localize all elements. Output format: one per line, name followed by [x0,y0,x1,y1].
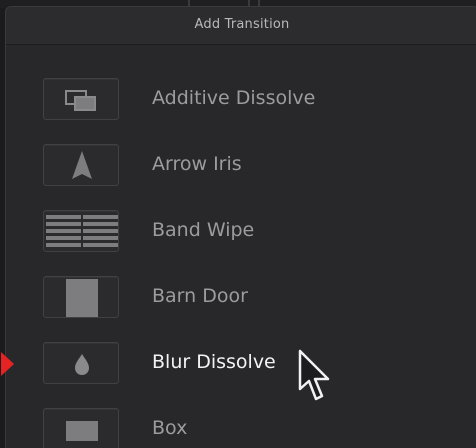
transition-item-band-wipe[interactable]: Band Wipe [6,207,476,257]
transition-label: Arrow Iris [152,153,242,175]
transition-label: Barn Door [152,285,248,307]
mouse-pointer-icon [298,349,330,401]
window: Add Transition Additive Dissolve Arrow I… [0,0,476,448]
selection-marker-icon [1,352,14,376]
transition-item-box[interactable]: Box [6,405,476,448]
transition-label: Band Wipe [152,219,255,241]
panel-title: Add Transition [194,17,290,32]
transition-item-blur-dissolve[interactable]: Blur Dissolve [1,339,476,389]
transition-label: Box [152,417,188,439]
additive-dissolve-icon [43,78,119,120]
barn-door-icon [43,276,119,318]
blur-dissolve-icon [43,342,119,384]
band-wipe-icon [43,210,119,252]
add-transition-panel: Add Transition Additive Dissolve Arrow I… [1,6,476,448]
panel-header: Add Transition [6,7,476,45]
transition-item-arrow-iris[interactable]: Arrow Iris [6,141,476,191]
transition-label: Additive Dissolve [152,87,316,109]
transition-item-barn-door[interactable]: Barn Door [6,273,476,323]
arrow-iris-icon [43,144,119,186]
box-icon [43,408,119,448]
transition-item-additive-dissolve[interactable]: Additive Dissolve [6,75,476,125]
transition-label: Blur Dissolve [152,351,276,373]
